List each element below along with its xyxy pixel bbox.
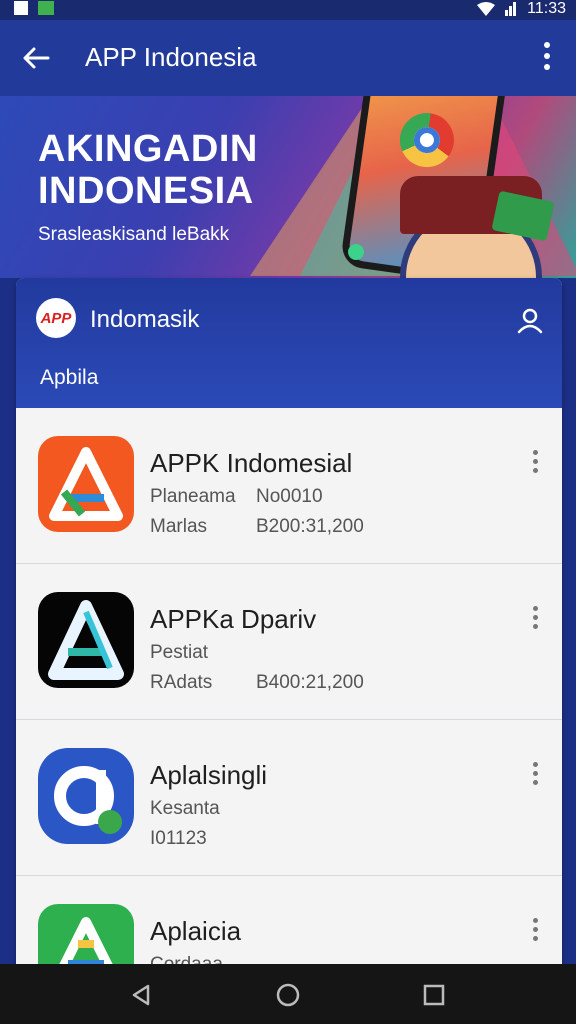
blue-round-app-icon bbox=[38, 748, 134, 844]
list-item[interactable]: APPKa Dpariv Pestiat RAdats B400:21,200 bbox=[16, 564, 562, 720]
more-vert-icon[interactable] bbox=[530, 918, 540, 944]
black-a-logo-icon bbox=[38, 592, 134, 688]
banner-headline-line2: INDONESIA bbox=[38, 170, 254, 212]
signal-icon bbox=[505, 2, 517, 16]
more-vert-icon[interactable] bbox=[530, 450, 540, 476]
brand-name: Indomasik bbox=[90, 306, 200, 333]
app-title: Aplalsingli bbox=[150, 760, 268, 790]
app-meta-label: RAdats bbox=[150, 672, 213, 693]
app-bar: APP Indonesia bbox=[0, 20, 576, 96]
system-nav-bar bbox=[0, 964, 576, 1024]
banner-headline-line1: AKINGADIN bbox=[38, 128, 258, 170]
circle-home-icon[interactable] bbox=[275, 982, 301, 1008]
app-title: APPK Indomesial bbox=[150, 448, 353, 478]
brand-logo: APP bbox=[36, 298, 76, 338]
app-bar-title: APP Indonesia bbox=[85, 42, 257, 72]
person-icon[interactable] bbox=[516, 306, 544, 334]
section-label: Apbila bbox=[40, 366, 99, 389]
app-title: APPKa Dpariv bbox=[150, 604, 317, 634]
card-header: APP Indomasik Apbila bbox=[16, 278, 562, 408]
decoration-dot bbox=[348, 244, 364, 260]
app-meta-label: Planeama bbox=[150, 486, 236, 507]
app-meta-label: Marlas bbox=[150, 516, 208, 537]
app-list: APPK Indomesial Planeama No0010 Marlas B… bbox=[16, 408, 562, 978]
list-item[interactable]: APPK Indomesial Planeama No0010 Marlas B… bbox=[16, 408, 562, 564]
app-title: Aplaicia bbox=[150, 916, 242, 946]
wifi-icon bbox=[477, 2, 496, 16]
banner-headline: AKINGADIN INDONESIA bbox=[38, 128, 258, 212]
banner-subtitle: Srasleaskisand leBakk bbox=[38, 224, 230, 245]
app-icon bbox=[38, 1, 54, 15]
app-meta-value: No0010 bbox=[256, 486, 323, 507]
list-item[interactable]: Aplalsingli Kesanta I01123 bbox=[16, 720, 562, 876]
status-bar: 11:33 bbox=[0, 0, 576, 20]
more-vert-icon[interactable] bbox=[540, 42, 554, 74]
notification-icon bbox=[14, 1, 28, 15]
more-vert-icon[interactable] bbox=[530, 606, 540, 632]
chrome-logo-icon bbox=[396, 109, 458, 171]
orange-a-logo-icon bbox=[38, 436, 134, 532]
more-vert-icon[interactable] bbox=[530, 762, 540, 788]
app-meta-label: I01123 bbox=[150, 828, 207, 849]
list-item[interactable]: Aplaicia Cordaaa bbox=[16, 876, 562, 978]
app-list-card: APP Indomasik Apbila APPK Indomesial Pla… bbox=[16, 278, 562, 978]
square-recents-icon[interactable] bbox=[421, 982, 447, 1008]
back-arrow-icon[interactable] bbox=[18, 40, 54, 76]
app-meta-value: B200:31,200 bbox=[256, 516, 364, 537]
app-meta-value: B400:21,200 bbox=[256, 672, 364, 693]
status-time: 11:33 bbox=[527, 0, 566, 17]
promo-banner[interactable]: AKINGADIN INDONESIA Srasleaskisand leBak… bbox=[0, 96, 576, 278]
triangle-back-icon[interactable] bbox=[128, 982, 154, 1008]
app-meta-label: Pestiat bbox=[150, 642, 209, 663]
app-meta-label: Kesanta bbox=[150, 798, 220, 819]
